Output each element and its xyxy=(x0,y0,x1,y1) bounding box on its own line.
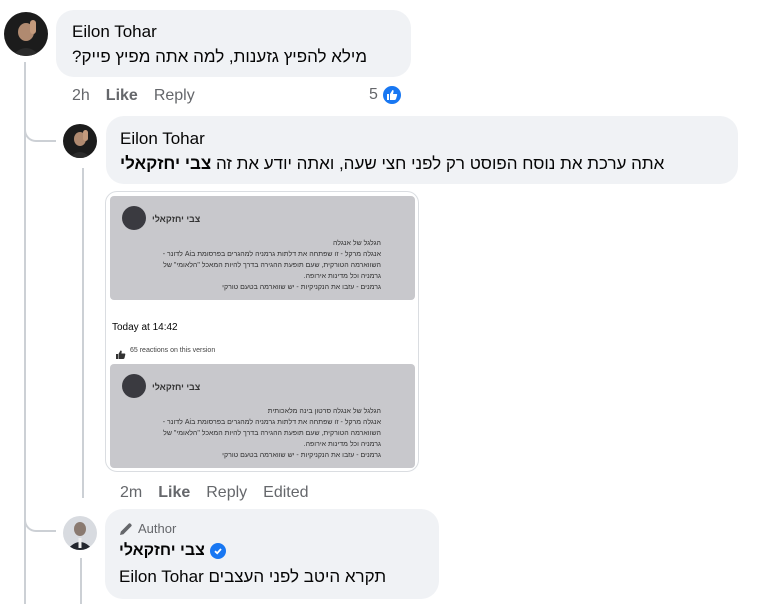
previous-version-post: צבי יחזקאלי הגלגל של אנגלה אנגלה מרקל - … xyxy=(110,196,415,300)
thread-line-reply1 xyxy=(82,168,84,498)
avatar[interactable] xyxy=(63,124,97,158)
reply-button[interactable]: Reply xyxy=(154,87,195,105)
thread-connector-reply1 xyxy=(24,120,56,142)
reply-text: תקרא היטב לפני העצבים Eilon Tohar xyxy=(119,567,386,587)
mention-link[interactable]: Eilon Tohar xyxy=(119,567,204,586)
reaction-count[interactable]: 5 xyxy=(369,84,403,106)
reply-actions: 2m Like Reply Edited xyxy=(120,484,325,502)
thumbs-up-icon xyxy=(380,84,403,106)
like-button[interactable]: Like xyxy=(158,484,190,502)
attached-image[interactable]: צבי יחזקאלי הגלגל של אנגלה אנגלה מרקל - … xyxy=(105,191,419,472)
author-badge: Author xyxy=(119,521,176,536)
comment-author[interactable]: Eilon Tohar xyxy=(72,22,157,42)
reply-text-body: אתה ערכת את נוסח הפוסט רק לפני חצי שעה, … xyxy=(215,154,665,173)
author-reply-bubble: Author צבי יחזקאלי תקרא היטב לפני העצבים… xyxy=(105,509,439,599)
verified-badge-icon xyxy=(209,543,226,559)
comment-bubble: Eilon Tohar מילא להפיץ גזענות, למה אתה מ… xyxy=(56,10,411,77)
reply-bubble: Eilon Tohar אתה ערכת את נוסח הפוסט רק לפ… xyxy=(106,116,738,184)
mini-avatar xyxy=(122,374,146,398)
edited-label[interactable]: Edited xyxy=(263,484,308,502)
thread-line-reply2 xyxy=(80,558,82,604)
comment-actions: 2h Like Reply xyxy=(72,87,211,105)
mini-post-body: הגלגל של אנגלה אנגלה מרקל - זו שפתחה את … xyxy=(162,240,381,291)
like-button[interactable]: Like xyxy=(106,87,138,105)
version-timestamp: Today at 14:42 xyxy=(112,322,178,333)
mini-post-body: הגלגל של אנגלה סרטון בינה מלאכותית אנגלה… xyxy=(162,408,381,459)
mention-link[interactable]: צבי יחזקאלי xyxy=(120,154,211,173)
thread-connector-reply2 xyxy=(24,510,56,532)
reply-author[interactable]: Eilon Tohar xyxy=(120,129,205,149)
author-name-row: צבי יחזקאלי xyxy=(119,542,226,560)
mini-avatar xyxy=(122,206,146,230)
reply-button[interactable]: Reply xyxy=(206,484,247,502)
current-version-post: צבי יחזקאלי הגלגל של אנגלה סרטון בינה מל… xyxy=(110,364,415,468)
mini-post-author: צבי יחזקאלי xyxy=(152,214,201,224)
reaction-count-number: 5 xyxy=(369,86,378,103)
mini-post-author: צבי יחזקאלי xyxy=(152,382,201,392)
thumbs-up-icon xyxy=(116,346,126,359)
comment-time[interactable]: 2h xyxy=(72,87,90,105)
reply-text-body: תקרא היטב לפני העצבים xyxy=(208,567,387,586)
pencil-icon xyxy=(119,522,133,536)
version-reactions: 65 reactions on this version xyxy=(116,346,215,359)
reply-author[interactable]: צבי יחזקאלי xyxy=(119,542,205,560)
comment-text: מילא להפיץ גזענות, למה אתה מפיץ פייק? xyxy=(72,47,368,66)
reply-time[interactable]: 2m xyxy=(120,484,142,502)
reply-text: אתה ערכת את נוסח הפוסט רק לפני חצי שעה, … xyxy=(120,154,664,174)
avatar[interactable] xyxy=(63,516,97,550)
avatar[interactable] xyxy=(4,12,48,56)
